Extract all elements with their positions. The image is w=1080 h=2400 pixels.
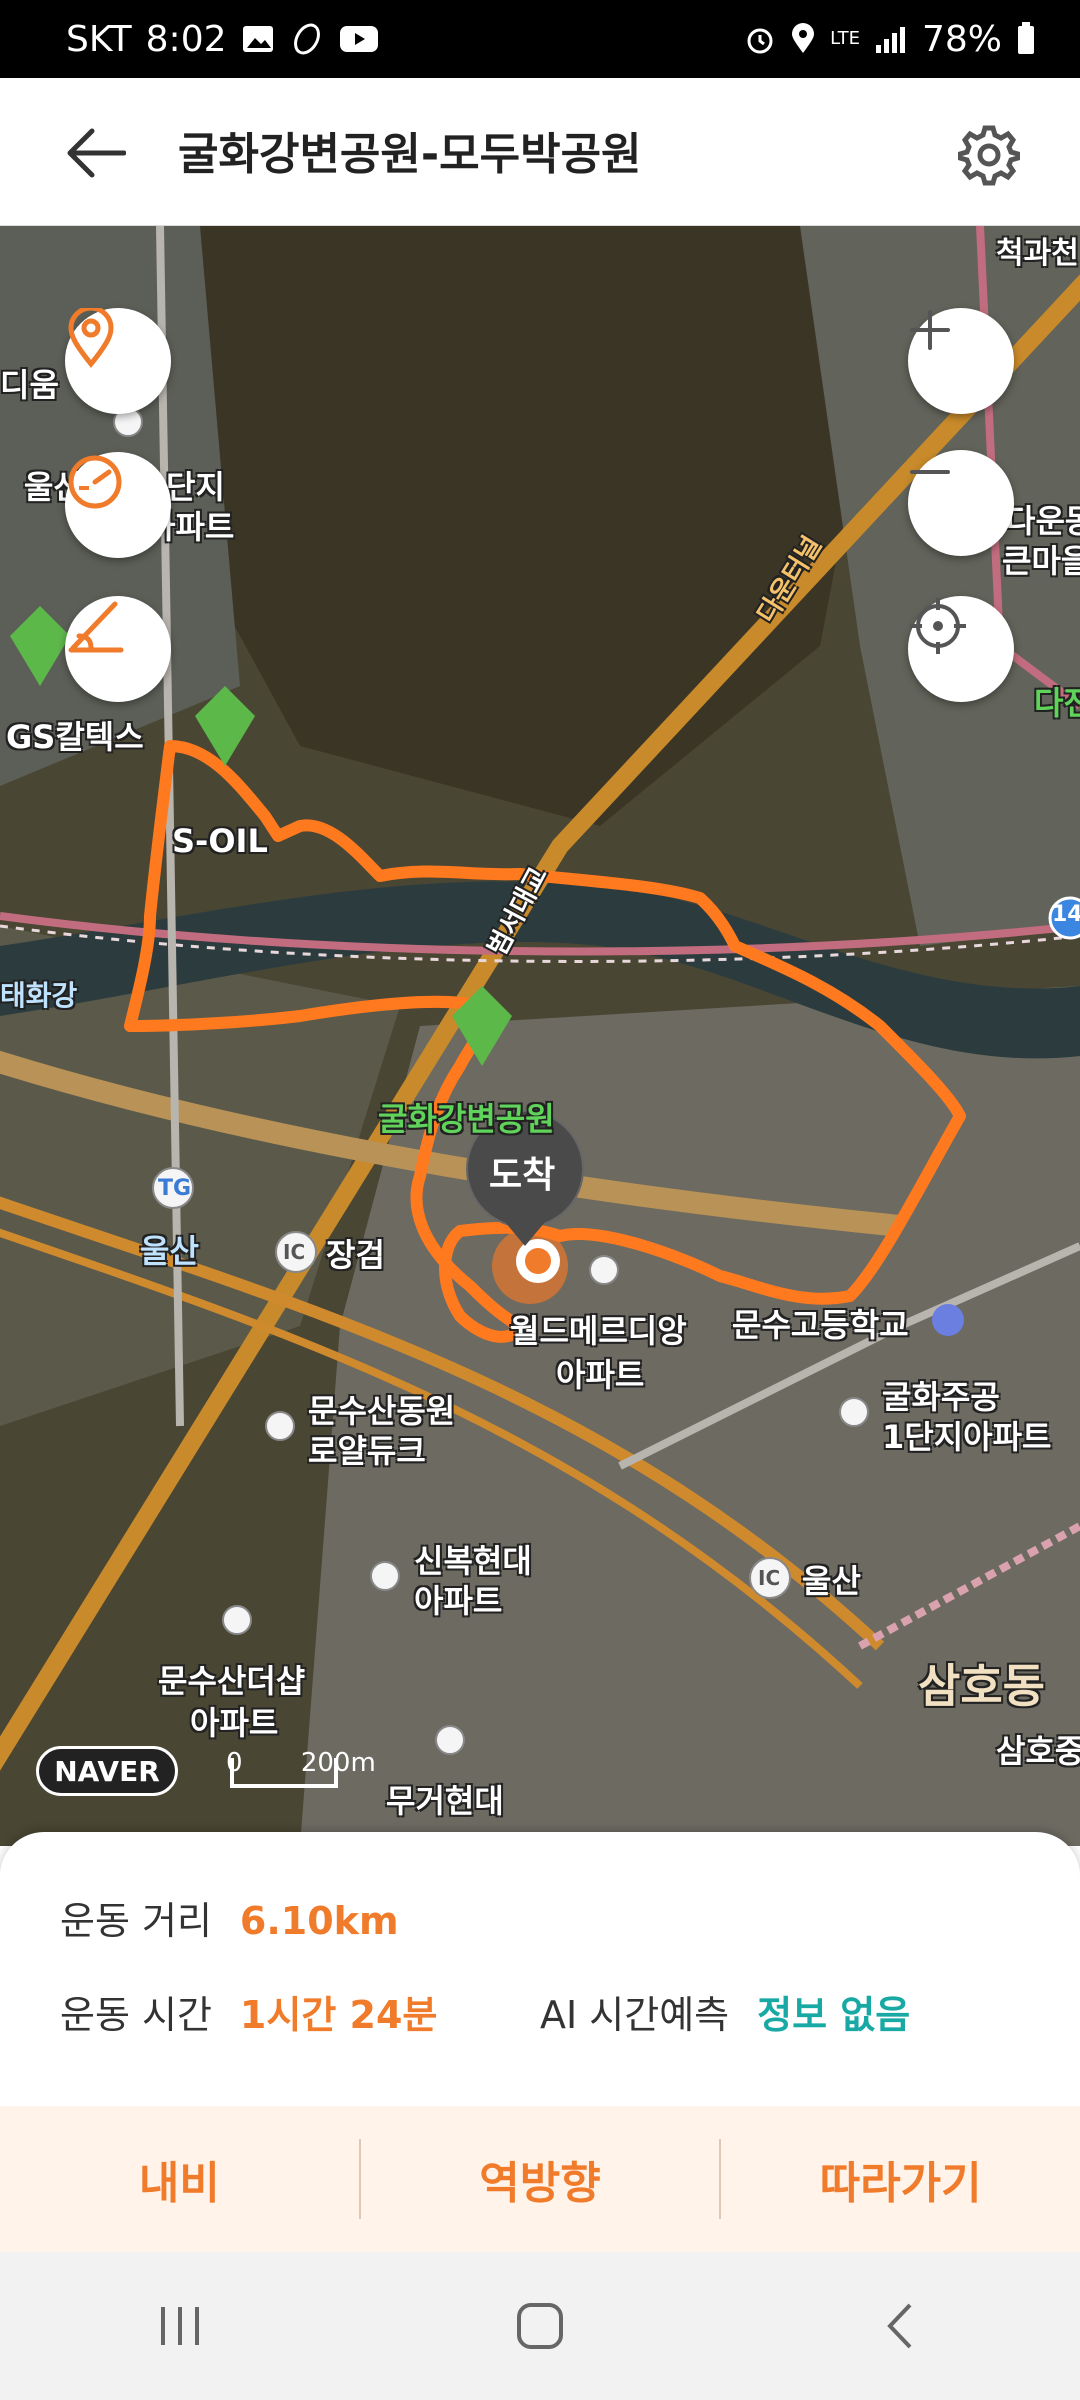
follow-button[interactable]: 따라가기 [721, 2147, 1080, 2211]
map-label: 무거현대 [386, 1782, 504, 1820]
my-location-button[interactable] [908, 596, 1014, 702]
gallery-icon [241, 24, 275, 54]
naver-logo: NAVER [36, 1746, 178, 1796]
elevation-button[interactable] [65, 596, 171, 702]
back-arrow-icon [67, 128, 127, 178]
map-label: 장검 [326, 1236, 385, 1274]
zoom-out-button[interactable] [908, 450, 1014, 556]
map-label: 울산 [140, 1232, 199, 1270]
map-label: 다전 [1034, 684, 1080, 722]
map-label: 아파트 [556, 1356, 645, 1394]
distance-label: 운동 거리 [60, 1899, 212, 1943]
time-label: 운동 시간 [60, 1993, 212, 2037]
map-label: S-OIL [172, 822, 268, 860]
scale-label: 200m [300, 1748, 376, 1778]
page-title: 굴화강변공원-모두박공원 [178, 129, 642, 180]
time-row: 운동 시간 1시간 24분 [60, 1984, 437, 2039]
minus-icon [910, 470, 950, 474]
map-label: 아파트 [190, 1704, 279, 1742]
clock: 8:02 [145, 18, 227, 60]
map-label: 1단지아파트 [882, 1418, 1052, 1456]
ic-badge: IC [758, 1566, 781, 1590]
plus-icon [910, 310, 950, 350]
time-value: 1시간 24분 [239, 1993, 438, 2037]
system-nav-bar [0, 2252, 1080, 2400]
map-label: 울산 [802, 1562, 861, 1600]
youtube-icon [339, 24, 379, 54]
map-label: 문수고등학교 [732, 1306, 909, 1344]
arrival-label: 도착 [489, 1155, 556, 1196]
speedometer-icon [68, 455, 122, 509]
home-icon [517, 2303, 563, 2349]
map-label: 삼호중 [996, 1732, 1080, 1770]
signal-icon [874, 25, 908, 53]
app-header: 굴화강변공원-모두박공원 [0, 78, 1080, 226]
back-nav-button[interactable] [850, 2286, 950, 2366]
route-number: 14 [1052, 902, 1080, 927]
recents-icon [161, 2307, 199, 2345]
gear-icon [957, 125, 1021, 186]
marker-button[interactable] [65, 308, 171, 414]
speed-button[interactable] [65, 452, 171, 558]
chevron-left-icon [887, 2303, 912, 2349]
map-label: 굴화강변공원 [378, 1100, 555, 1138]
tg-badge: TG [158, 1176, 192, 1201]
map-label: 로얄듀크 [308, 1432, 426, 1470]
crosshair-icon [910, 598, 966, 654]
distance-row: 운동 거리 6.10km [60, 1890, 399, 1945]
zoom-in-button[interactable] [908, 308, 1014, 414]
map-label: 문수산더샵 [158, 1662, 306, 1700]
navi-button[interactable]: 내비 [0, 2147, 359, 2211]
map-label: GS칼텍스 [6, 718, 144, 756]
map-label: 태화강 [0, 979, 78, 1012]
battery-icon [1016, 22, 1036, 56]
recent-apps-button[interactable] [130, 2286, 230, 2366]
elevation-icon [68, 601, 124, 653]
map-label: 척과천 [996, 236, 1079, 271]
map-label: 아파트 [414, 1582, 503, 1620]
map-label: 삼호동 [918, 1659, 1045, 1713]
home-button[interactable] [490, 2286, 590, 2366]
distance-value: 6.10km [239, 1899, 399, 1943]
back-button[interactable] [66, 125, 127, 181]
map-view[interactable]: 척과천 디움 울산 단지 아파트 다운동 큰마을 다전 GS칼텍스 S-OIL … [0, 226, 1080, 1846]
ai-label: AI 시간예측 [540, 1993, 730, 2037]
battery-percent: 78% [921, 18, 1002, 60]
reverse-button[interactable]: 역방향 [361, 2147, 720, 2211]
map-pin-icon [68, 308, 114, 368]
map-label: 디움 [0, 366, 59, 404]
shoe-icon [289, 22, 325, 56]
ic-badge: IC [283, 1240, 306, 1264]
settings-button[interactable] [957, 124, 1021, 186]
scale-zero: 0 [226, 1748, 243, 1778]
location-icon [790, 23, 816, 55]
ai-value: 정보 없음 [757, 1993, 911, 2037]
carrier: SKT [66, 18, 132, 60]
alarm-icon [744, 23, 776, 55]
scale-bar: 0 200m [226, 1748, 376, 1778]
status-bar: SKT 8:02 LTE 78% [0, 0, 1080, 78]
map-label: 큰마을 [1002, 542, 1080, 580]
map-label: 월드메르디앙 [510, 1312, 687, 1350]
action-bar: 내비 역방향 따라가기 [0, 2106, 1080, 2252]
ai-prediction-row: AI 시간예측 정보 없음 [540, 1984, 910, 2039]
network-type: LTE [830, 28, 860, 49]
